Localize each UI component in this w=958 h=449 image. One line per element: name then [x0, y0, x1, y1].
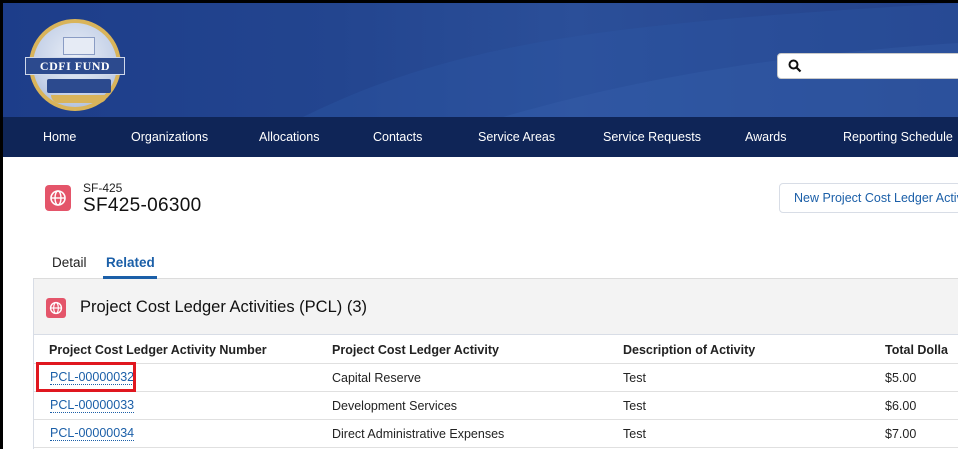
search-icon	[788, 59, 802, 73]
nav-item-organizations[interactable]: Organizations	[131, 117, 208, 157]
app-window: CDFI FUND Home Organizations Allocations…	[0, 0, 958, 449]
pcl-description: Test	[623, 427, 646, 441]
pcl-activity: Capital Reserve	[332, 371, 421, 385]
tab-related[interactable]: Related	[106, 255, 155, 270]
nav-item-awards[interactable]: Awards	[745, 117, 786, 157]
pcl-number-link[interactable]: PCL-00000033	[50, 398, 135, 413]
header-divider	[34, 363, 958, 364]
row-divider	[34, 419, 958, 420]
column-header-activity[interactable]: Project Cost Ledger Activity	[332, 343, 499, 357]
logo-base	[51, 95, 107, 103]
nav-item-reporting-schedule[interactable]: Reporting Schedule	[843, 117, 953, 157]
pcl-activity: Direct Administrative Expenses	[332, 427, 505, 441]
logo-ribbon: CDFI FUND	[25, 57, 125, 75]
logo-city	[47, 79, 111, 93]
tab-detail[interactable]: Detail	[52, 255, 87, 270]
pcl-total: $6.00	[885, 399, 917, 413]
nav-item-service-areas[interactable]: Service Areas	[478, 117, 555, 157]
pcl-description: Test	[623, 371, 646, 385]
pcl-total: $5.00	[885, 371, 917, 385]
nav-item-service-requests[interactable]: Service Requests	[603, 117, 701, 157]
nav-item-home[interactable]: Home	[43, 117, 76, 157]
globe-icon	[49, 301, 63, 315]
globe-icon	[50, 190, 66, 206]
nav-item-allocations[interactable]: Allocations	[259, 117, 319, 157]
pcl-description: Test	[623, 399, 646, 413]
pcl-number-link[interactable]: PCL-00000034	[50, 426, 135, 441]
column-header-number[interactable]: Project Cost Ledger Activity Number	[49, 343, 267, 357]
related-list-icon	[46, 298, 66, 318]
search-input[interactable]	[777, 53, 958, 79]
record-icon	[45, 185, 71, 211]
header-banner: CDFI FUND	[3, 3, 958, 117]
related-list-card: Project Cost Ledger Activities (PCL) (3)…	[33, 279, 958, 449]
column-header-description[interactable]: Description of Activity	[623, 343, 755, 357]
record-name: SF425-06300	[83, 195, 202, 216]
main-nav: Home Organizations Allocations Contacts …	[3, 117, 958, 157]
related-list-title[interactable]: Project Cost Ledger Activities (PCL) (3)	[80, 298, 367, 317]
highlight-box	[36, 362, 136, 392]
new-project-cost-ledger-activity-button[interactable]: New Project Cost Ledger Activity	[779, 183, 958, 213]
record-type: SF-425	[83, 181, 123, 195]
cdfi-fund-logo[interactable]: CDFI FUND	[25, 19, 125, 111]
pcl-activity: Development Services	[332, 399, 458, 413]
pcl-total: $7.00	[885, 427, 917, 441]
column-header-total[interactable]: Total Dolla	[885, 343, 948, 357]
row-divider	[34, 447, 958, 448]
related-list-header: Project Cost Ledger Activities (PCL) (3)	[34, 279, 958, 335]
logo-building	[63, 37, 95, 55]
row-divider	[34, 391, 958, 392]
nav-item-contacts[interactable]: Contacts	[373, 117, 422, 157]
